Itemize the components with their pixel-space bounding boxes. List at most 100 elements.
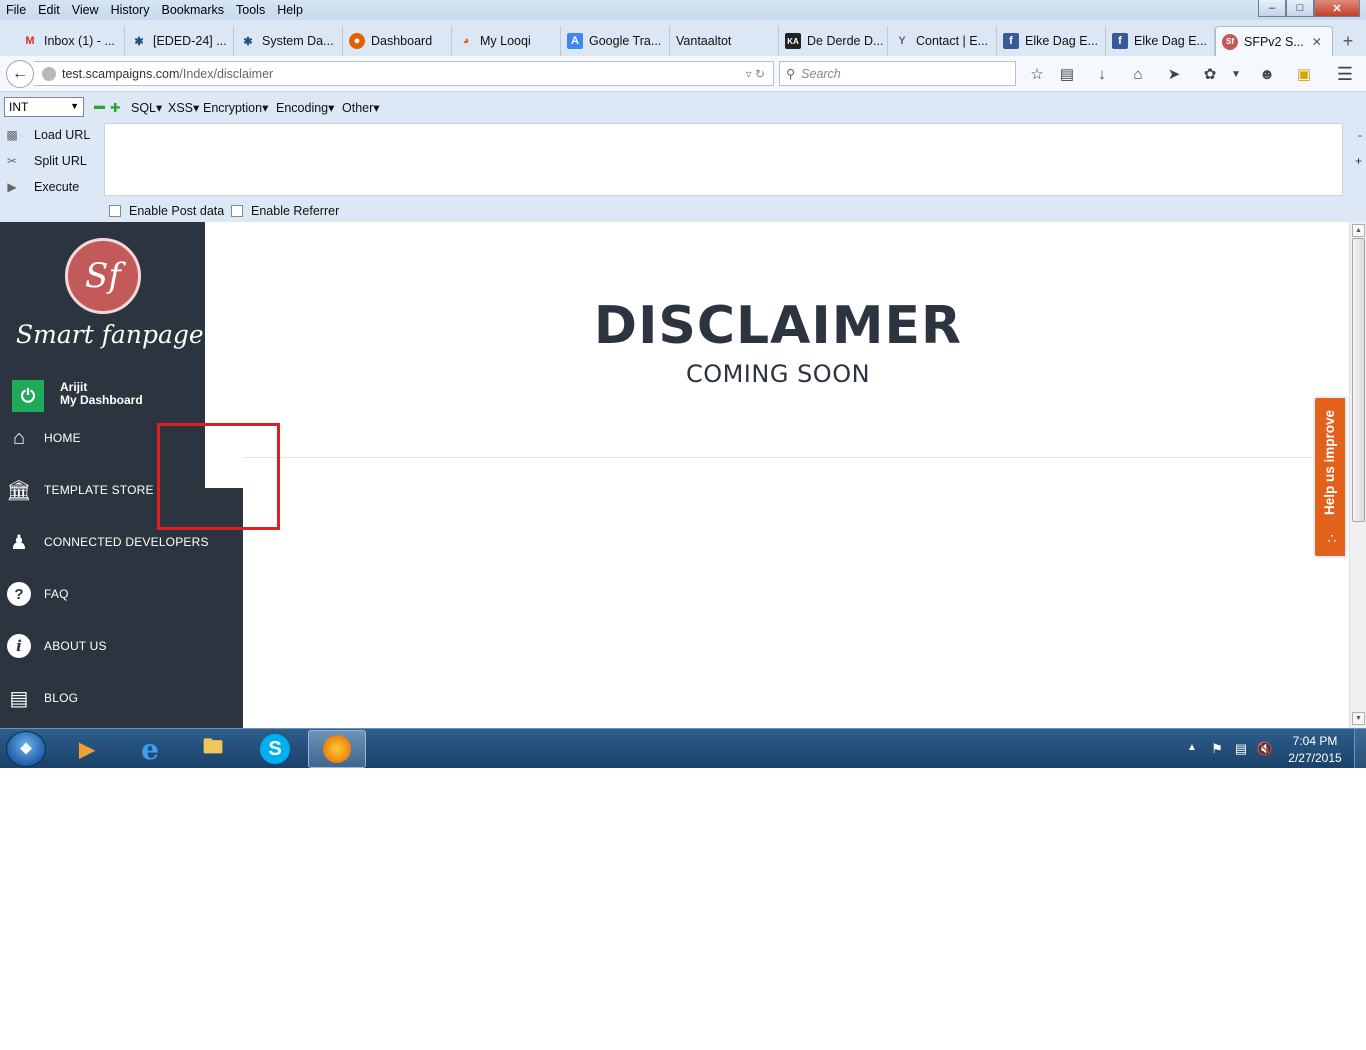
tab-vantaaltot[interactable]: Vantaaltot (670, 26, 779, 56)
tab-elke-dag-1[interactable]: f Elke Dag E... (997, 26, 1106, 56)
wallet-icon[interactable]: ▣ (1294, 64, 1314, 84)
network-icon[interactable]: ▤ (1233, 741, 1249, 757)
show-hidden-icons-icon[interactable]: ▲ (1187, 742, 1197, 753)
home-button-icon[interactable]: ⌂ (1128, 64, 1148, 84)
tab-eded-24[interactable]: ✱ [EDED-24] ... (125, 26, 234, 56)
taskbar-internet-explorer[interactable]: e (121, 730, 179, 768)
sidebar-item-blog[interactable]: ▤ BLOG (0, 678, 243, 718)
expand-textarea-button[interactable]: + (1355, 154, 1362, 168)
hackbar-menu-xss[interactable]: XSS▾ (168, 100, 199, 115)
chat-icon[interactable]: ☻ (1257, 64, 1277, 84)
menu-bookmarks[interactable]: Bookmarks (155, 3, 230, 17)
clock-date[interactable]: 2/27/2015 (1280, 751, 1350, 765)
tab-contact[interactable]: Y Contact | E... (888, 26, 997, 56)
plus-icon[interactable]: ✚ (110, 100, 120, 115)
menu-tools[interactable]: Tools (230, 3, 271, 17)
download-icon[interactable]: ↓ (1092, 64, 1112, 84)
hackbar-select[interactable]: INT ▼ (4, 97, 84, 117)
tab-elke-dag-2[interactable]: f Elke Dag E... (1106, 26, 1215, 56)
execute-button[interactable]: ▶ Execute (4, 179, 79, 195)
hamburger-menu-icon[interactable]: ☰ (1335, 64, 1355, 84)
power-button[interactable]: ⏻ (12, 380, 44, 412)
maximize-button[interactable]: □ (1286, 0, 1314, 17)
tab-my-looqi[interactable]: ◕ My Looqi (452, 26, 561, 56)
checkbox-box[interactable] (109, 205, 121, 217)
bookmark-star-icon[interactable]: ☆ (1027, 64, 1047, 84)
tab-dashboard[interactable]: ● Dashboard (343, 26, 452, 56)
bank-icon: 🏛 (6, 479, 32, 502)
close-window-button[interactable]: ✕ (1314, 0, 1360, 17)
volume-muted-icon[interactable]: 🔇 (1257, 741, 1273, 757)
tab-inbox[interactable]: M Inbox (1) - ... (16, 26, 125, 56)
menu-label: Encoding (276, 101, 329, 115)
media-player-icon: ▶ (79, 738, 95, 761)
hackbar-url-textarea[interactable] (104, 123, 1343, 196)
sf-monogram: Sf (85, 256, 121, 296)
hackbar-menu-sql[interactable]: SQL▾ (131, 100, 162, 115)
enable-referrer-checkbox[interactable]: Enable Referrer (231, 204, 339, 218)
tab-label: My Looqi (480, 34, 531, 48)
menu-history[interactable]: History (105, 3, 156, 17)
scroll-thumb[interactable] (1352, 238, 1365, 522)
question-icon: ? (7, 582, 31, 606)
tab-label: Elke Dag E... (1025, 34, 1098, 48)
reading-list-icon[interactable]: ▤ (1057, 64, 1077, 84)
feedback-tab[interactable]: Help us improve ∴ (1313, 396, 1347, 558)
taskbar-file-explorer[interactable]: 🖿 (184, 730, 242, 768)
logo-text[interactable]: Smart fanpage (16, 320, 204, 349)
sidebar-item-about-us[interactable]: i ABOUT US (0, 626, 243, 666)
menu-edit[interactable]: Edit (32, 3, 66, 17)
taskbar-skype[interactable]: S (246, 730, 304, 768)
menu-bar: File Edit View History Bookmarks Tools H… (0, 0, 1366, 20)
load-url-button[interactable]: ▩ Load URL (4, 127, 90, 143)
vertical-scrollbar[interactable]: ▲ ▼ (1349, 222, 1366, 728)
main-content: DISCLAIMER COMING SOON (243, 222, 1349, 728)
logo-badge[interactable]: Sf (65, 238, 141, 314)
site-identity-icon[interactable] (42, 66, 56, 81)
hackbar-menu-other[interactable]: Other▾ (342, 100, 380, 115)
menu-help[interactable]: Help (271, 3, 309, 17)
checkbox-box[interactable] (231, 205, 243, 217)
page-subtitle: COMING SOON (685, 360, 871, 388)
url-bar[interactable]: test.scampaigns.com /Index/disclaimer ▿ … (34, 61, 774, 86)
extension-icon[interactable]: ✿ (1200, 64, 1220, 84)
close-tab-icon[interactable]: ✕ (1312, 35, 1322, 49)
back-button[interactable]: ← (6, 60, 34, 88)
split-url-label: Split URL (34, 154, 87, 168)
tab-sfpv2[interactable]: Sf SFPv2 S... ✕ (1215, 26, 1333, 56)
menu-view[interactable]: View (66, 3, 105, 17)
scroll-down-button[interactable]: ▼ (1352, 712, 1365, 725)
scroll-up-button[interactable]: ▲ (1352, 224, 1365, 237)
split-url-button[interactable]: ✂ Split URL (4, 153, 87, 169)
hackbar-menu-encoding[interactable]: Encoding▾ (276, 100, 334, 115)
minus-icon[interactable]: ▬ (94, 100, 105, 112)
sidebar-item-faq[interactable]: ? FAQ (0, 574, 243, 614)
tab-label: Elke Dag E... (1134, 34, 1207, 48)
shrink-textarea-button[interactable]: - (1358, 128, 1362, 142)
gmail-icon: M (25, 35, 35, 47)
tab-google-translate[interactable]: A Google Tra... (561, 26, 670, 56)
send-icon[interactable]: ➤ (1164, 64, 1184, 84)
enable-post-data-checkbox[interactable]: Enable Post data (109, 204, 224, 218)
windows-logo-icon: ❖ (19, 741, 33, 758)
menu-label: XSS (168, 101, 194, 115)
clock-time[interactable]: 7:04 PM (1280, 734, 1350, 748)
minimize-button[interactable]: – (1258, 0, 1286, 17)
menu-label: Other (342, 101, 374, 115)
hackbar-menu-encryption[interactable]: Encryption▾ (203, 100, 268, 115)
search-input[interactable]: ⚲ Search (779, 61, 1016, 86)
tab-system-da[interactable]: ✱ System Da... (234, 26, 343, 56)
taskbar-media-player[interactable]: ▶ (58, 730, 116, 768)
taskbar-firefox[interactable] (308, 730, 366, 768)
action-center-flag-icon[interactable]: ⚑ (1209, 741, 1225, 757)
my-dashboard-link[interactable]: My Dashboard (60, 393, 143, 407)
new-tab-button[interactable]: + (1333, 26, 1363, 56)
show-desktop-button[interactable] (1354, 729, 1366, 768)
tab-label: Contact | E... (916, 34, 989, 48)
start-button[interactable]: ❖ (6, 731, 46, 767)
menu-file[interactable]: File (0, 3, 32, 17)
tab-de-derde[interactable]: KA De Derde D... (779, 26, 888, 56)
search-placeholder: Search (801, 66, 841, 81)
extension-dropdown-icon[interactable]: ▼ (1226, 64, 1246, 84)
reload-icon[interactable]: ▿ ↻ (746, 67, 765, 81)
